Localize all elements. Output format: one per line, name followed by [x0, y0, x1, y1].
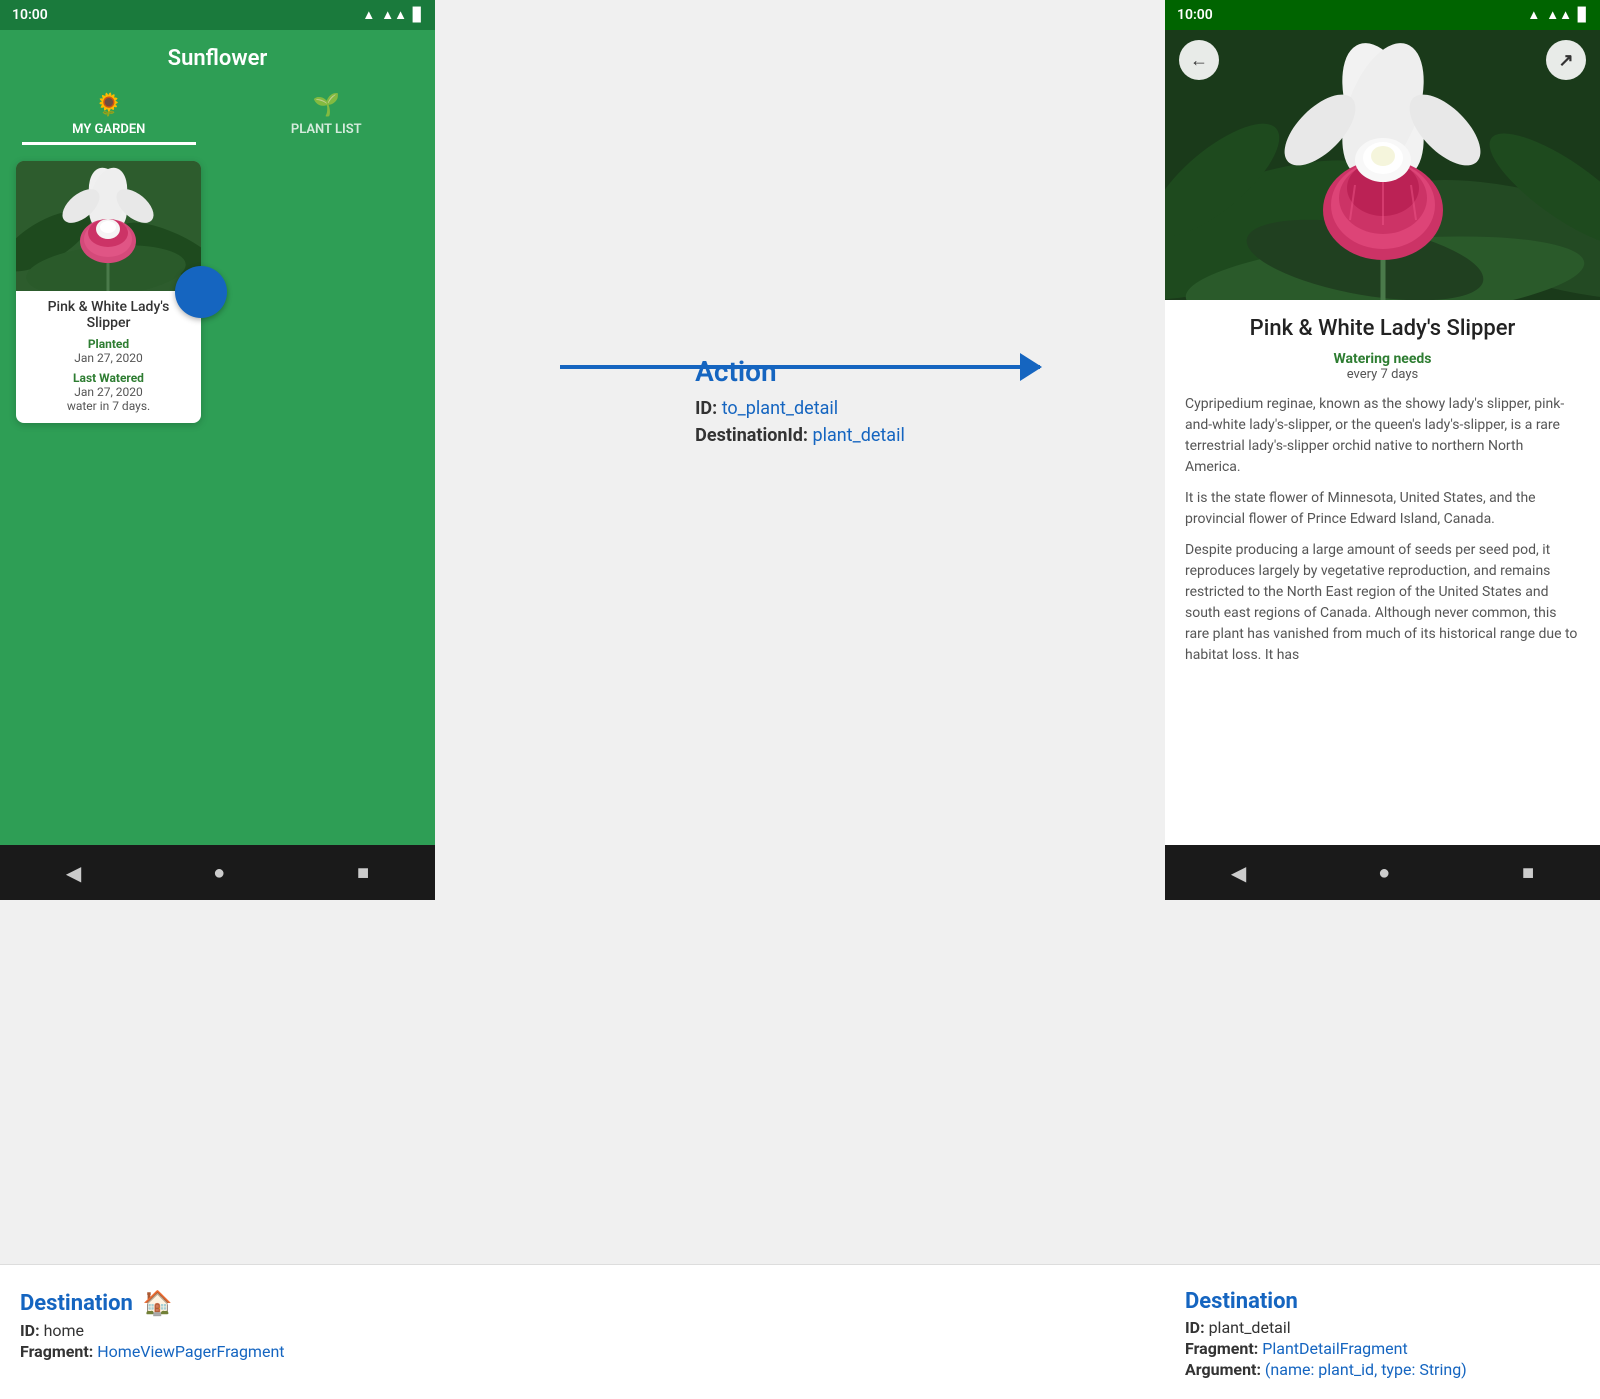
home-nav-btn-right[interactable]: ● — [1378, 860, 1390, 885]
dest-middle-spacer — [435, 1281, 1165, 1389]
detail-description: Cypripedium reginae, known as the showy … — [1185, 394, 1580, 666]
share-button[interactable]: ↗ — [1546, 40, 1586, 80]
action-dot[interactable] — [175, 266, 227, 318]
dest-left-frag-label: Fragment: — [20, 1342, 93, 1361]
action-arrow-container — [435, 342, 1165, 392]
tab-my-garden[interactable]: 🌻 MY GARDEN — [0, 83, 218, 145]
garden-tab-icon: 🌻 — [95, 93, 122, 118]
action-dest-field: DestinationId: plant_detail — [695, 425, 905, 446]
dest-left-id-label: ID: — [20, 1321, 40, 1340]
recents-nav-btn-right[interactable]: ■ — [1522, 860, 1534, 885]
detail-hero-image: ← ↗ — [1165, 30, 1600, 300]
status-icons-left: ▲ ▲▲ ▊ — [362, 7, 423, 23]
dest-right-id-value: plant_detail — [1209, 1318, 1291, 1337]
dest-right-frag-label: Fragment: — [1185, 1339, 1258, 1358]
tab-plant-list[interactable]: 🌱 PLANT LIST — [218, 83, 436, 145]
recents-nav-btn[interactable]: ■ — [357, 860, 369, 885]
desc-para-1: Cypripedium reginae, known as the showy … — [1185, 394, 1580, 478]
action-id-value: to_plant_detail — [722, 398, 838, 419]
desc-para-3: Despite producing a large amount of seed… — [1185, 540, 1580, 666]
wifi-icon-right: ▲ — [1527, 7, 1540, 23]
destination-right: Destination ID: plant_detail Fragment: P… — [1165, 1281, 1600, 1389]
signal-icon: ▲▲ — [381, 7, 407, 23]
app-bar: Sunflower 🌻 MY GARDEN 🌱 PLANT LIST — [0, 30, 435, 145]
phone-left: 10:00 ▲ ▲▲ ▊ Sunflower 🌻 MY GARDEN 🌱 PLA… — [0, 0, 435, 900]
back-button[interactable]: ← — [1179, 40, 1219, 80]
dest-right-id-label: ID: — [1185, 1318, 1205, 1337]
dest-right-arg-value: (name: plant_id, type: String) — [1265, 1360, 1467, 1379]
watering-needs-label: Watering needs — [1185, 351, 1580, 367]
plant-card-image — [16, 161, 201, 291]
action-arrow-line — [560, 365, 1040, 369]
dest-left-id-value: home — [44, 1321, 84, 1340]
home-dest-icon: 🏠 — [143, 1289, 173, 1317]
detail-plant-name: Pink & White Lady's Slipper — [1185, 316, 1580, 341]
action-id-label: ID: — [695, 398, 717, 419]
dest-right-title-text: Destination — [1185, 1289, 1298, 1314]
watered-date: Jan 27, 2020 — [26, 385, 191, 399]
nav-bar-right: ◀ ● ■ — [1165, 845, 1600, 900]
watered-label: Last Watered — [26, 371, 191, 385]
plant-card-name: Pink & White Lady's Slipper — [26, 299, 191, 331]
tab-bar: 🌻 MY GARDEN 🌱 PLANT LIST — [0, 83, 435, 145]
dest-right-id: ID: plant_detail — [1185, 1318, 1580, 1337]
status-bar-right: 10:00 ▲ ▲▲ ▊ — [1165, 0, 1600, 30]
planted-label: Planted — [26, 337, 191, 351]
dest-right-fragment: Fragment: PlantDetailFragment — [1185, 1339, 1580, 1358]
dest-right-argument: Argument: (name: plant_id, type: String) — [1185, 1360, 1580, 1379]
hero-nav: ← ↗ — [1165, 30, 1600, 90]
plant-card[interactable]: Pink & White Lady's Slipper Planted Jan … — [16, 161, 201, 423]
status-bar-left: 10:00 ▲ ▲▲ ▊ — [0, 0, 435, 30]
plant-list-tab-label: PLANT LIST — [291, 122, 362, 137]
dest-right-title: Destination — [1185, 1289, 1580, 1314]
action-panel: Action ID: to_plant_detail DestinationId… — [435, 0, 1165, 900]
action-dest-label: DestinationId: — [695, 425, 808, 446]
destination-left: Destination 🏠 ID: home Fragment: HomeVie… — [0, 1281, 435, 1389]
dest-left-fragment: Fragment: HomeViewPagerFragment — [20, 1342, 415, 1361]
action-id-field: ID: to_plant_detail — [695, 398, 838, 419]
detail-content: Pink & White Lady's Slipper Watering nee… — [1165, 300, 1600, 845]
watering-needs-value: every 7 days — [1185, 367, 1580, 382]
dest-left-title: Destination 🏠 — [20, 1289, 415, 1317]
nav-bar-left: ◀ ● ■ — [0, 845, 435, 900]
plant-card-info: Pink & White Lady's Slipper Planted Jan … — [16, 291, 201, 423]
app-title: Sunflower — [0, 46, 435, 71]
time-left: 10:00 — [12, 7, 48, 23]
watered-note: water in 7 days. — [26, 399, 191, 413]
garden-content: Pink & White Lady's Slipper Planted Jan … — [0, 145, 435, 845]
dest-right-frag-value: PlantDetailFragment — [1262, 1339, 1407, 1358]
wifi-icon: ▲ — [362, 7, 375, 23]
bottom-destinations: Destination 🏠 ID: home Fragment: HomeVie… — [0, 1264, 1600, 1399]
dest-left-title-text: Destination — [20, 1291, 133, 1316]
dest-left-frag-value: HomeViewPagerFragment — [97, 1342, 284, 1361]
back-nav-btn-right[interactable]: ◀ — [1231, 861, 1246, 885]
home-nav-btn[interactable]: ● — [213, 860, 225, 885]
action-arrow-head — [1020, 353, 1042, 381]
back-nav-btn[interactable]: ◀ — [66, 861, 81, 885]
desc-para-2: It is the state flower of Minnesota, Uni… — [1185, 488, 1580, 530]
phone-right: 10:00 ▲ ▲▲ ▊ — [1165, 0, 1600, 900]
signal-icon-right: ▲▲ — [1546, 7, 1572, 23]
status-icons-right: ▲ ▲▲ ▊ — [1527, 7, 1588, 23]
battery-icon-right: ▊ — [1578, 8, 1588, 23]
plant-list-tab-icon: 🌱 — [313, 93, 340, 118]
time-right: 10:00 — [1177, 7, 1213, 23]
garden-tab-label: MY GARDEN — [72, 122, 145, 137]
dest-left-id: ID: home — [20, 1321, 415, 1340]
battery-icon: ▊ — [413, 8, 423, 23]
action-dest-value: plant_detail — [812, 425, 904, 446]
dest-right-arg-label: Argument: — [1185, 1360, 1261, 1379]
planted-date: Jan 27, 2020 — [26, 351, 191, 365]
